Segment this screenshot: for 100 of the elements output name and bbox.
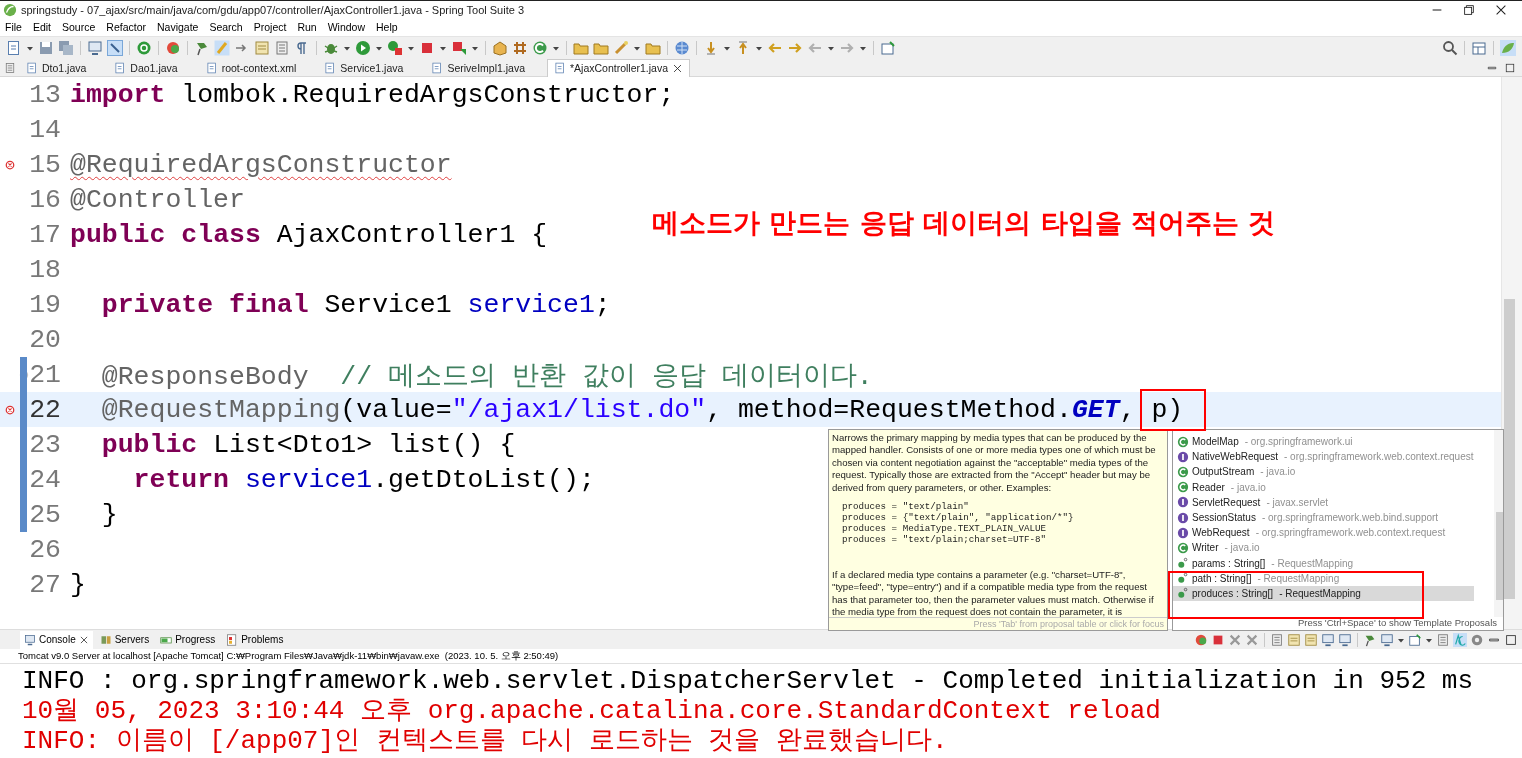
menu-item[interactable]: Project xyxy=(253,21,287,33)
code-example: produces = {"text/plain", "application/*"} xyxy=(842,512,1075,524)
error-marker-icon[interactable] xyxy=(5,404,15,415)
class-icon[interactable] xyxy=(532,40,548,56)
caret-icon[interactable] xyxy=(375,44,383,52)
code-example: produces = "text/plain" xyxy=(842,501,970,513)
package-icon[interactable] xyxy=(492,40,508,56)
editor-tab[interactable]: Service1.java xyxy=(318,59,426,76)
line-number: 20 xyxy=(28,324,61,355)
stop-icon[interactable] xyxy=(419,40,435,56)
caret-icon[interactable] xyxy=(723,44,731,52)
editor-tab[interactable]: SeriveImpl1.java xyxy=(425,59,547,76)
proposal-item[interactable]: produces : String[] - RequestMapping xyxy=(1173,585,1474,602)
code-line: import lombok.RequiredArgsConstructor; xyxy=(70,79,675,110)
list-icon[interactable] xyxy=(4,61,16,74)
caret-icon[interactable] xyxy=(407,44,415,52)
hint-text: Press 'Ctrl+Space' to show Template Proposals xyxy=(1296,617,1498,630)
new-file-icon[interactable] xyxy=(6,40,22,56)
caret-icon[interactable] xyxy=(827,44,835,52)
console-header: Tomcat v9.0 Server at localhost [Apache Tomcat] C:₩Program Files₩Java₩jdk-11₩bin₩javaw.exe (2023. 10. 5. 오후 2:50:49) xyxy=(0,649,1522,664)
line-number: 13 xyxy=(28,79,61,110)
close-icon[interactable] xyxy=(78,634,89,645)
caret-icon[interactable] xyxy=(26,44,34,52)
power-icon[interactable] xyxy=(136,40,152,56)
proposal-item[interactable]: ModelMap - org.springframework.ui xyxy=(1173,434,1474,450)
maximize-icon[interactable] xyxy=(1504,61,1516,74)
console-tab[interactable]: Console xyxy=(20,630,93,649)
menu-item[interactable]: Help xyxy=(376,21,398,33)
menu-item[interactable]: Source xyxy=(62,21,96,33)
interface-icon xyxy=(1177,450,1189,463)
line-number: 16 xyxy=(28,184,61,215)
console-line: 10월 05, 2023 3:10:44 오후 org.apache.catalina.core.StandardContext reload xyxy=(22,696,1162,726)
search-icon[interactable] xyxy=(1442,40,1458,56)
caret-icon[interactable] xyxy=(471,44,479,52)
file-icon xyxy=(324,61,337,74)
close-icon[interactable] xyxy=(672,62,684,74)
console-line: INFO : org.springframework.web.servlet.DispatcherServlet - Completed initialization in 952 ms xyxy=(22,666,1475,696)
new-window-icon[interactable] xyxy=(880,40,896,56)
maximize-icon[interactable] xyxy=(1504,632,1518,647)
caret-icon[interactable] xyxy=(633,44,641,52)
line-number: 23 xyxy=(28,429,61,460)
editor-tab[interactable]: root-context.xml xyxy=(199,59,319,76)
interface-icon xyxy=(1177,526,1189,539)
scrollbar-thumb[interactable] xyxy=(1495,512,1503,600)
scrollbar[interactable] xyxy=(1493,430,1503,617)
line-number: 17 xyxy=(28,219,61,250)
proposal-item[interactable]: params : String[] - RequestMapping xyxy=(1173,555,1474,571)
file-icon xyxy=(431,61,444,74)
editor-tab[interactable]: Dto1.java xyxy=(20,59,109,76)
proposal-item[interactable]: NativeWebRequest - org.springframework.web.context.request xyxy=(1173,449,1474,465)
proposal-item[interactable]: ServletRequest - javax.servlet xyxy=(1173,494,1474,510)
proposal-item[interactable]: SessionStatus - org.springframework.web.bind.support xyxy=(1173,509,1474,526)
console-tab[interactable]: Servers xyxy=(95,630,154,649)
remove-icon[interactable] xyxy=(1228,632,1242,647)
class-icon xyxy=(1177,435,1189,448)
error-marker-icon[interactable] xyxy=(5,159,15,170)
remove-all-icon[interactable] xyxy=(1245,632,1259,647)
file-icon xyxy=(114,61,127,74)
menu-item[interactable]: Window xyxy=(327,21,366,33)
menu-item[interactable]: Run xyxy=(297,21,317,33)
proposal-item[interactable]: path : String[] - RequestMapping xyxy=(1173,570,1474,586)
folder-icon[interactable] xyxy=(593,40,609,56)
file-icon xyxy=(554,62,566,74)
save-all-icon[interactable] xyxy=(58,40,74,56)
menu-item[interactable]: File xyxy=(5,21,22,33)
spring-perspective-icon[interactable] xyxy=(1500,40,1516,56)
line-number: 15 xyxy=(28,149,61,180)
caret-icon[interactable] xyxy=(343,44,351,52)
pin-icon[interactable] xyxy=(194,40,210,56)
editor-tab[interactable]: Dao1.java xyxy=(108,59,200,76)
menu-item[interactable]: Navigate xyxy=(157,21,199,33)
globe-icon[interactable] xyxy=(674,40,690,56)
gear-icon[interactable] xyxy=(1470,632,1484,647)
code-line: public List<Dto1> list() { xyxy=(100,429,516,460)
window-title: springstudy - 07_ajax/src/main/java/com/gdu/app07/controller/AjaxController1.java - Spring Tool Suite 3 xyxy=(21,3,524,16)
line-number: 14 xyxy=(28,114,61,145)
scrollbar-thumb[interactable] xyxy=(1504,299,1515,599)
perspective-icon[interactable] xyxy=(1471,40,1487,56)
menu-item[interactable]: Search xyxy=(209,21,243,33)
proposal-item[interactable]: WebRequest - org.springframework.web.context.request xyxy=(1173,525,1474,541)
folder-icon[interactable] xyxy=(573,40,589,56)
caret-icon[interactable] xyxy=(859,44,867,52)
console-tab[interactable]: Progress xyxy=(156,630,220,649)
menu-item[interactable]: Edit xyxy=(32,21,51,33)
console-tab[interactable]: Problems xyxy=(222,630,288,649)
proposal-item[interactable]: Reader - java.io xyxy=(1173,479,1474,495)
run-icon[interactable] xyxy=(355,40,371,56)
caret-icon[interactable] xyxy=(755,44,763,52)
menu-item[interactable]: Refactor xyxy=(106,21,146,33)
console-line: INFO: 이름이 [/app07]인 컨텍스트를 다시 로드하는 것을 완료했습니다. xyxy=(22,726,949,756)
proposal-item[interactable]: Writer - java.io xyxy=(1173,540,1474,556)
grid-icon[interactable] xyxy=(512,40,528,56)
caret-icon[interactable] xyxy=(552,44,560,52)
proposal-item[interactable]: OutputStream - java.io xyxy=(1173,464,1474,480)
monitor-icon[interactable] xyxy=(87,40,103,56)
scrollbar[interactable] xyxy=(1501,77,1522,629)
restore-icon[interactable] xyxy=(1462,2,1476,17)
caret-icon[interactable] xyxy=(439,44,447,52)
servers-icon xyxy=(99,633,112,646)
toggle-icon[interactable] xyxy=(107,40,123,56)
